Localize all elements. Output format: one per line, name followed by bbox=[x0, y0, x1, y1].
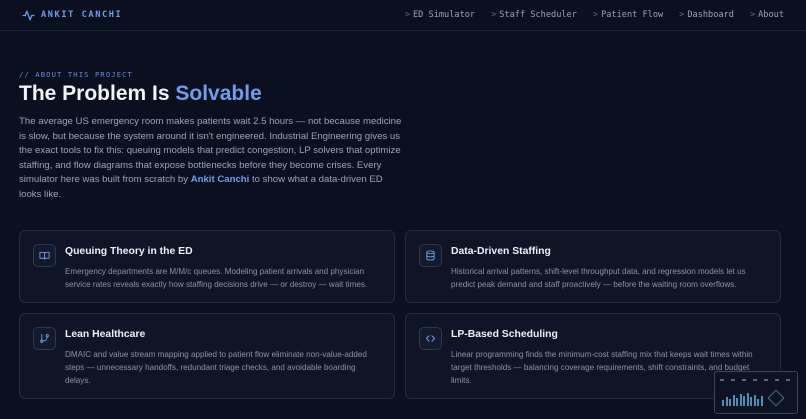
card-title: Queuing Theory in the ED bbox=[65, 246, 193, 257]
card-title: LP-Based Scheduling bbox=[451, 329, 558, 340]
author-link[interactable]: Ankit Canchi bbox=[191, 174, 250, 185]
git-branch-icon bbox=[40, 333, 49, 343]
nav-link-patient-flow[interactable]: > Patient Flow bbox=[593, 10, 663, 20]
preview-thumbnail[interactable] bbox=[714, 371, 798, 414]
intro-paragraph: The average US emergency room makes pati… bbox=[19, 116, 402, 200]
code-icon bbox=[425, 335, 436, 342]
card-icon-box bbox=[33, 244, 56, 267]
chevron-right-icon: > bbox=[749, 10, 756, 20]
database-icon bbox=[426, 250, 435, 261]
chevron-right-icon: > bbox=[491, 10, 497, 20]
card-data-driven-staffing: Data-Driven Staffing Historical arrival … bbox=[405, 230, 781, 303]
page-title: The Problem Is Solvable bbox=[19, 82, 262, 105]
brand[interactable]: ANKIT CANCHI bbox=[22, 9, 122, 22]
card-icon-box bbox=[33, 327, 56, 350]
chevron-right-icon: > bbox=[404, 10, 410, 20]
chevron-right-icon: > bbox=[679, 10, 685, 20]
preview-tabs bbox=[720, 379, 790, 381]
card-title: Lean Healthcare bbox=[65, 329, 146, 340]
card-icon-box bbox=[419, 327, 442, 350]
nav-link-ed-simulator[interactable]: > ED Simulator bbox=[405, 10, 475, 20]
card-title: Data-Driven Staffing bbox=[451, 246, 551, 257]
preview-bar-chart bbox=[722, 392, 763, 406]
card-body: Historical arrival patterns, shift-level… bbox=[451, 267, 746, 289]
nav-link-dashboard[interactable]: > Dashboard bbox=[679, 10, 734, 20]
nav-link-staff-scheduler[interactable]: > Staff Scheduler bbox=[491, 10, 577, 20]
preview-shape-icon bbox=[767, 389, 785, 407]
card-queuing-theory: Queuing Theory in the ED Emergency depar… bbox=[19, 230, 395, 303]
card-icon-box bbox=[419, 244, 442, 267]
card-lean-healthcare: Lean Healthcare DMAIC and value stream m… bbox=[19, 313, 395, 399]
card-body: DMAIC and value stream mapping applied t… bbox=[65, 350, 367, 385]
activity-icon bbox=[22, 10, 35, 20]
brand-name: ANKIT CANCHI bbox=[41, 10, 123, 20]
card-body: Emergency departments are M/M/c queues. … bbox=[65, 267, 368, 289]
nav-link-about[interactable]: > About bbox=[750, 10, 784, 20]
chevron-right-icon: > bbox=[592, 10, 599, 20]
book-icon bbox=[39, 251, 50, 260]
section-kicker: // ABOUT THIS PROJECT bbox=[19, 70, 133, 79]
nav-links: > ED Simulator > Staff Scheduler > Patient … bbox=[405, 10, 784, 20]
title-accent: Solvable bbox=[175, 82, 262, 105]
top-nav: ANKIT CANCHI > ED Simulator > Staff Schedu… bbox=[0, 0, 806, 31]
